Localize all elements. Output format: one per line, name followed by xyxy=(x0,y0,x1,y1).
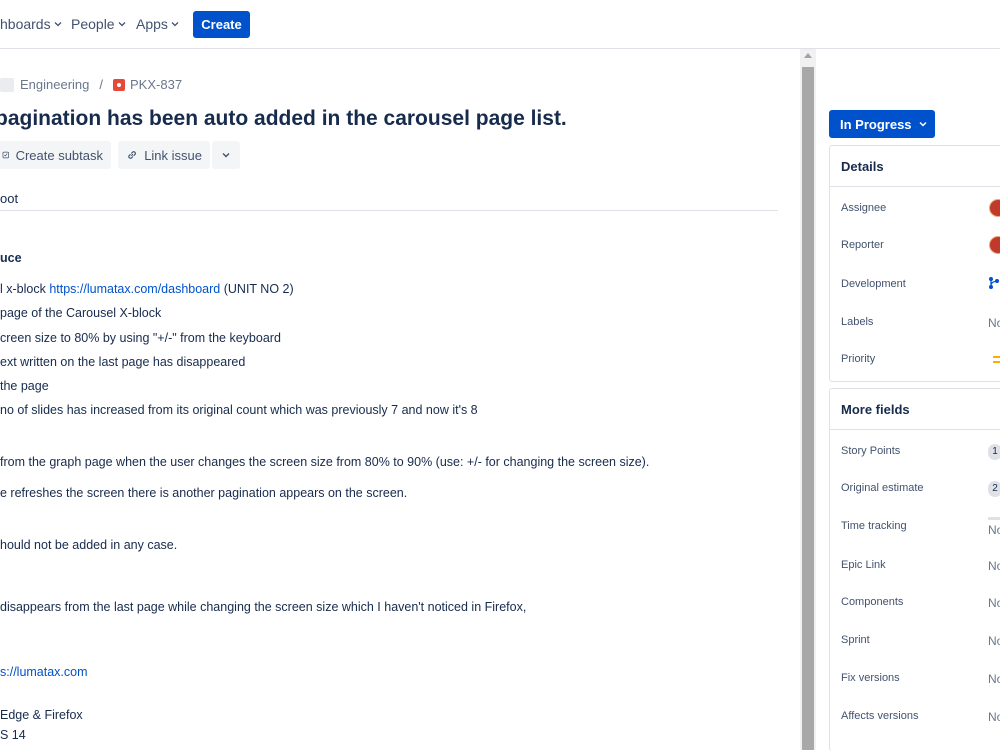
assignee-avatar[interactable] xyxy=(989,199,1000,217)
more-fields-heading[interactable]: More fields xyxy=(830,389,1000,430)
environment-link[interactable]: s://lumatax.com xyxy=(0,665,88,679)
reporter-avatar[interactable] xyxy=(989,236,1000,254)
top-navigation: hboards People Apps Create xyxy=(0,0,1000,49)
step1-prefix: l x-block xyxy=(0,282,50,296)
step-line: creen size to 80% by using "+/-" from th… xyxy=(0,331,281,345)
original-estimate-label: Original estimate xyxy=(841,482,924,494)
actual-result-line: e refreshes the screen there is another … xyxy=(0,486,408,500)
nav-apps-label: Apps xyxy=(136,16,168,32)
tab-root[interactable]: oot xyxy=(0,191,18,206)
steps-heading: uce xyxy=(0,251,22,265)
actual-result-line: from the graph page when the user change… xyxy=(0,455,650,469)
nav-dashboards[interactable]: hboards xyxy=(0,16,63,32)
project-avatar-icon xyxy=(0,77,14,92)
breadcrumb: Engineering / PKX-837 xyxy=(0,77,182,92)
priority-label: Priority xyxy=(841,353,876,365)
time-tracking-value[interactable]: No xyxy=(988,523,1000,537)
reporter-label: Reporter xyxy=(841,239,884,251)
components-value[interactable]: No xyxy=(988,596,1000,610)
details-heading[interactable]: Details xyxy=(830,146,1000,187)
affects-versions-value[interactable]: No xyxy=(988,710,1000,724)
sprint-value[interactable]: No xyxy=(988,634,1000,648)
breadcrumb-issue-key[interactable]: PKX-837 xyxy=(130,77,182,92)
step-line: page of the Carousel X-block xyxy=(0,306,162,320)
fix-versions-label: Fix versions xyxy=(841,672,900,684)
story-points-value[interactable]: 1 xyxy=(988,444,1000,460)
priority-medium-icon[interactable] xyxy=(993,356,1000,363)
bug-icon xyxy=(113,78,126,91)
branch-icon[interactable] xyxy=(988,276,1000,290)
expected-result-line: hould not be added in any case. xyxy=(0,538,178,552)
labels-label: Labels xyxy=(841,316,874,328)
create-subtask-label: Create subtask xyxy=(15,147,103,163)
create-subtask-button[interactable]: Create subtask xyxy=(0,141,111,169)
nav-people[interactable]: People xyxy=(71,16,127,32)
status-dropdown[interactable]: In Progress xyxy=(829,110,935,138)
affects-versions-label: Affects versions xyxy=(841,710,919,722)
nav-people-label: People xyxy=(71,16,115,32)
breadcrumb-separator: / xyxy=(99,77,104,92)
chevron-down-icon xyxy=(54,22,62,27)
dashboard-link[interactable]: https://lumatax.com/dashboard xyxy=(49,282,220,296)
status-label: In Progress xyxy=(840,116,912,132)
time-tracking-label: Time tracking xyxy=(841,520,907,532)
scroll-up-arrow-icon[interactable] xyxy=(804,53,812,58)
scrollbar-thumb[interactable] xyxy=(802,67,814,750)
components-label: Components xyxy=(841,596,904,608)
breadcrumb-project[interactable]: Engineering xyxy=(20,77,89,92)
os-line: S 14 xyxy=(0,728,26,742)
link-issue-label: Link issue xyxy=(144,147,202,163)
step-line: l x-block https://lumatax.com/dashboard … xyxy=(0,282,294,296)
chevron-down-icon xyxy=(919,121,927,127)
chevron-down-icon xyxy=(118,22,126,27)
step-line: ext written on the last page has disappe… xyxy=(0,355,246,369)
epic-link-value[interactable]: No xyxy=(988,559,1000,573)
browsers-line: Edge & Firefox xyxy=(0,708,83,722)
details-panel: Details Assignee Reporter Development La… xyxy=(829,145,1000,382)
epic-link-label: Epic Link xyxy=(841,559,886,571)
link-issue-button[interactable]: Link issue xyxy=(118,141,210,169)
story-points-label: Story Points xyxy=(841,445,901,457)
more-fields-panel: More fields Story Points 1 Original esti… xyxy=(829,388,1000,751)
chevron-down-icon xyxy=(222,153,230,158)
nav-dashboards-label: hboards xyxy=(0,16,51,32)
issue-title[interactable]: pagination has been auto added in the ca… xyxy=(0,107,567,131)
issue-main-content: Engineering / PKX-837 pagination has bee… xyxy=(0,49,800,750)
assignee-label: Assignee xyxy=(841,202,887,214)
development-label: Development xyxy=(841,278,906,290)
fix-versions-value[interactable]: No xyxy=(988,672,1000,686)
link-icon xyxy=(128,151,136,159)
step1-suffix: (UNIT NO 2) xyxy=(220,282,294,296)
create-button[interactable]: Create xyxy=(193,11,250,38)
issue-title-text: pagination has been auto added in the ca… xyxy=(0,107,567,130)
step-line: the page xyxy=(0,379,49,393)
more-actions-button[interactable] xyxy=(212,141,240,169)
time-tracking-bar xyxy=(988,517,1000,520)
labels-value[interactable]: No xyxy=(988,316,1000,330)
note-line: disappears from the last page while chan… xyxy=(0,600,527,614)
sprint-label: Sprint xyxy=(841,634,870,646)
chevron-down-icon xyxy=(171,22,179,27)
subtask-icon xyxy=(2,151,9,159)
divider xyxy=(0,210,778,211)
nav-apps[interactable]: Apps xyxy=(136,16,180,32)
step-line: no of slides has increased from its orig… xyxy=(0,403,478,417)
scrollbar[interactable] xyxy=(800,49,816,750)
original-estimate-value[interactable]: 2 xyxy=(988,481,1000,497)
